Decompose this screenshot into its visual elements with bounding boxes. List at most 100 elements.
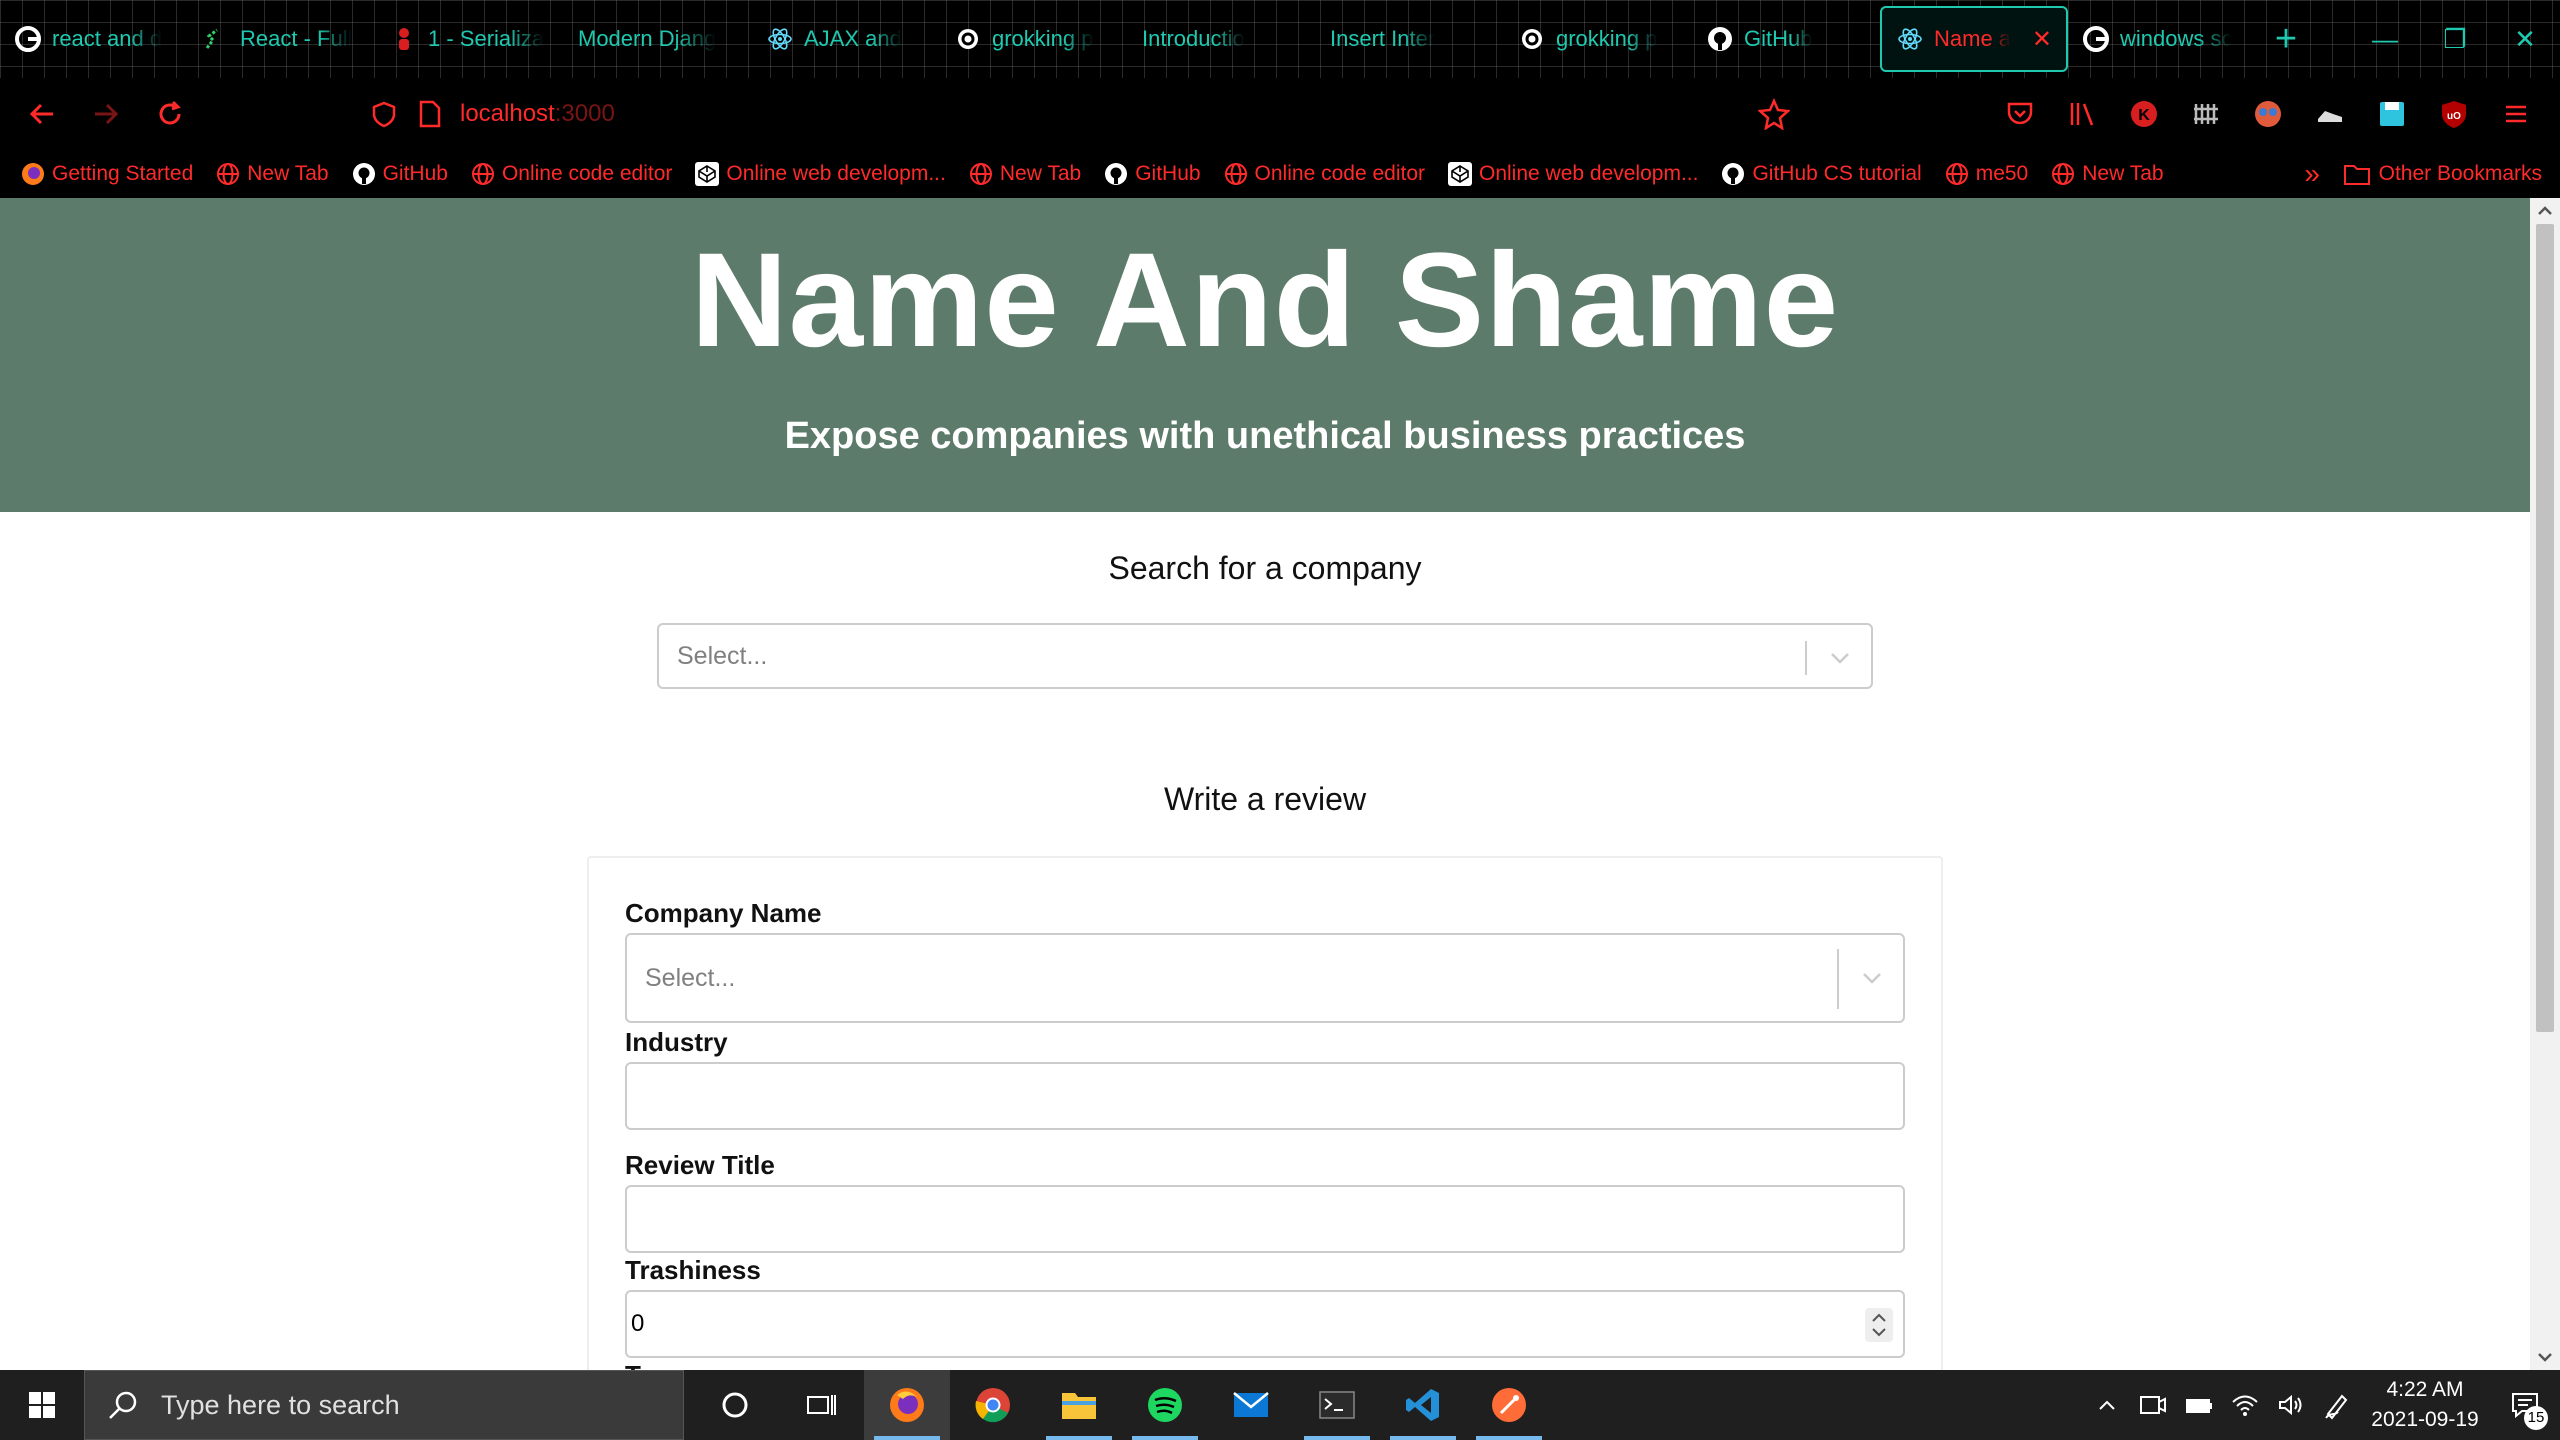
show-hidden-icons-icon[interactable] [2084,1370,2130,1440]
scroll-up-icon[interactable] [2536,202,2554,220]
swirl-icon [1518,25,1546,53]
tab-label: GitHub [1744,26,1813,51]
cortana-icon[interactable] [692,1370,778,1440]
tab-insert-interval[interactable]: Insert Inter [1316,6,1504,72]
other-bookmarks-button[interactable]: Other Bookmarks [2343,162,2542,186]
bookmark-github[interactable]: GitHub [351,161,448,187]
wifi-icon[interactable] [2222,1370,2268,1440]
action-center-button[interactable]: 15 [2490,1370,2560,1440]
pen-ink-icon[interactable] [2314,1370,2360,1440]
bookmark-label: GitHub CS tutorial [1752,162,1922,185]
task-view-icon[interactable] [778,1370,864,1440]
globe-icon [2050,161,2076,187]
ublock-icon[interactable]: uO [2434,94,2474,134]
tab-introduction[interactable]: Introductio [1128,6,1316,72]
tab-react-and-d[interactable]: react and d [0,6,188,72]
meet-now-icon[interactable] [2130,1370,2176,1440]
back-button[interactable] [10,82,74,146]
page-scrollbar[interactable] [2530,198,2560,1370]
bookmark-online-web-dev-2[interactable]: Online web developm... [1447,161,1698,187]
new-tab-button[interactable]: + [2256,18,2316,61]
address-bar[interactable]: localhost:3000 [370,86,1790,142]
extension-shoe-icon[interactable] [2310,94,2350,134]
bookmark-new-tab-2[interactable]: New Tab [968,161,1081,187]
tab-github[interactable]: GitHub [1692,6,1880,72]
bookmark-label: Online web developm... [726,162,946,185]
tab-ajax[interactable]: AJAX and [752,6,940,72]
restore-icon[interactable]: ❐ [2420,24,2490,55]
url-host: localhost [460,100,555,127]
start-button[interactable] [0,1370,84,1440]
tab-serialization[interactable]: 1 - Serializa [376,6,564,72]
tab-react-full[interactable]: React - Full [188,6,376,72]
firefox-icon[interactable] [864,1370,950,1440]
more-bookmarks-chevron-icon[interactable]: » [2304,158,2320,190]
bookmark-new-tab[interactable]: New Tab [215,161,329,187]
bookmark-new-tab-3[interactable]: New Tab [2050,161,2164,187]
company-search-select[interactable]: Select... [657,623,1873,689]
trashiness-input[interactable]: 0 [625,1290,1905,1358]
save-extension-icon[interactable] [2372,94,2412,134]
vscode-icon[interactable] [1380,1370,1466,1440]
bookmark-label: New Tab [247,162,329,185]
spinner-arrows-icon [1872,1313,1886,1337]
battery-icon[interactable] [2176,1370,2222,1440]
tab-label: grokking p [992,26,1094,51]
taskbar-clock[interactable]: 4:22 AM 2021-09-19 [2360,1375,2490,1435]
tab-label: grokking p [1556,26,1658,51]
bookmark-getting-started[interactable]: Getting Started [20,161,193,187]
minimize-icon[interactable]: — [2350,24,2420,55]
scrollbar-thumb[interactable] [2536,224,2554,1032]
chevron-down-icon[interactable] [1827,645,1853,671]
company-name-select[interactable]: Select... [625,933,1905,1023]
tab-label: AJAX and [804,26,902,51]
pocket-icon[interactable] [2000,94,2040,134]
review-title-input[interactable] [625,1185,1905,1253]
select-separator [1805,641,1807,675]
tab-name-and-shame[interactable]: Name a ✕ [1880,6,2068,72]
tab-grokking-1[interactable]: grokking p [940,6,1128,72]
bookmark-online-code-editor[interactable]: Online code editor [470,161,672,187]
bookmark-online-web-dev[interactable]: Online web developm... [694,161,946,187]
tab-windows-screenshot[interactable]: windows sc [2068,6,2256,72]
bookmark-star-icon[interactable] [1758,98,1790,130]
extension-face-icon[interactable] [2248,94,2288,134]
url-port: :3000 [554,100,615,127]
volume-icon[interactable] [2268,1370,2314,1440]
terminal-icon[interactable] [1294,1370,1380,1440]
close-tab-icon[interactable]: ✕ [2032,25,2052,54]
reload-button[interactable] [138,82,202,146]
menu-icon[interactable] [2496,94,2536,134]
svg-text:uO: uO [2447,111,2461,122]
postman-icon[interactable] [1466,1370,1552,1440]
extension-k-icon[interactable]: K [2124,94,2164,134]
taskbar-search-box[interactable]: Type here to search [84,1370,684,1440]
react-icon [766,25,794,53]
page-title: Name And Shame [690,226,1840,375]
extension-grid-icon[interactable] [2186,94,2226,134]
bookmark-github-cs-tutorial[interactable]: GitHub CS tutorial [1720,161,1922,187]
trashiness-value: 0 [631,1310,645,1337]
system-tray: 4:22 AM 2021-09-19 15 [2084,1370,2560,1440]
forward-button[interactable] [74,82,138,146]
close-window-icon[interactable]: ✕ [2490,24,2560,55]
bookmark-github-2[interactable]: GitHub [1103,161,1201,187]
library-icon[interactable] [2062,94,2102,134]
tab-grokking-2[interactable]: grokking p [1504,6,1692,72]
search-icon [109,1391,137,1419]
bookmark-online-code-editor-2[interactable]: Online code editor [1223,161,1425,187]
react-full-icon [202,25,230,53]
tab-label: windows sc [2120,26,2233,51]
bookmark-me50[interactable]: me50 [1944,161,2028,187]
mail-icon[interactable] [1208,1370,1294,1440]
shield-icon[interactable] [370,100,398,128]
number-spinner[interactable] [1865,1308,1893,1342]
page-header: Name And Shame Expose companies with une… [0,198,2530,512]
chrome-icon[interactable] [950,1370,1036,1440]
industry-input[interactable] [625,1062,1905,1130]
scroll-down-icon[interactable] [2536,1348,2554,1366]
file-explorer-icon[interactable] [1036,1370,1122,1440]
chevron-down-icon[interactable] [1859,965,1885,991]
spotify-icon[interactable] [1122,1370,1208,1440]
tab-modern-django[interactable]: Modern Djang [564,6,752,72]
